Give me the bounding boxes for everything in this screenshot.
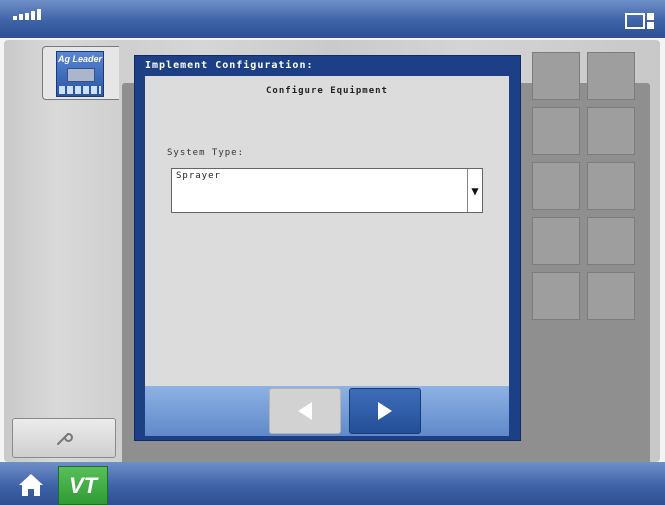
bottom-bar: VT bbox=[0, 462, 665, 505]
ag-leader-tab[interactable]: Ag Leader bbox=[42, 46, 119, 100]
grid-slot[interactable] bbox=[587, 162, 635, 210]
antenna-status-icon bbox=[13, 9, 41, 20]
system-type-label: System Type: bbox=[167, 148, 245, 158]
ag-leader-logo-text: Ag Leader bbox=[57, 54, 102, 64]
next-button[interactable] bbox=[349, 388, 421, 434]
implement-configuration-dialog: Implement Configuration: Configure Equip… bbox=[134, 55, 521, 441]
system-type-select[interactable]: Sprayer ▼ bbox=[171, 168, 483, 213]
setup-button[interactable] bbox=[12, 418, 116, 458]
dialog-footer bbox=[145, 386, 509, 436]
dialog-body: Configure Equipment System Type: Sprayer… bbox=[145, 76, 509, 386]
vt-icon: VT bbox=[68, 472, 98, 498]
back-arrow-icon bbox=[298, 402, 312, 420]
grid-slot[interactable] bbox=[587, 272, 635, 320]
grid-slot[interactable] bbox=[532, 52, 580, 100]
grid-slot[interactable] bbox=[587, 52, 635, 100]
ag-leader-icon: Ag Leader bbox=[56, 51, 104, 97]
home-icon bbox=[19, 474, 43, 496]
wrench-icon bbox=[57, 433, 73, 445]
dialog-title: Implement Configuration: bbox=[145, 60, 314, 71]
top-status-bar bbox=[0, 0, 665, 38]
grid-slot[interactable] bbox=[532, 217, 580, 265]
grid-slot[interactable] bbox=[532, 107, 580, 155]
grid-slot[interactable] bbox=[587, 217, 635, 265]
grid-slot[interactable] bbox=[532, 272, 580, 320]
home-button[interactable] bbox=[8, 468, 54, 502]
dialog-subtitle: Configure Equipment bbox=[266, 86, 388, 96]
next-arrow-icon bbox=[378, 402, 392, 420]
vt-button[interactable]: VT bbox=[58, 466, 108, 505]
grid-slot[interactable] bbox=[587, 107, 635, 155]
grid-slot[interactable] bbox=[532, 162, 580, 210]
system-type-value: Sprayer bbox=[176, 171, 221, 181]
screens-icon[interactable] bbox=[625, 12, 655, 30]
dropdown-arrow-icon[interactable]: ▼ bbox=[467, 169, 482, 212]
back-button[interactable] bbox=[269, 388, 341, 434]
